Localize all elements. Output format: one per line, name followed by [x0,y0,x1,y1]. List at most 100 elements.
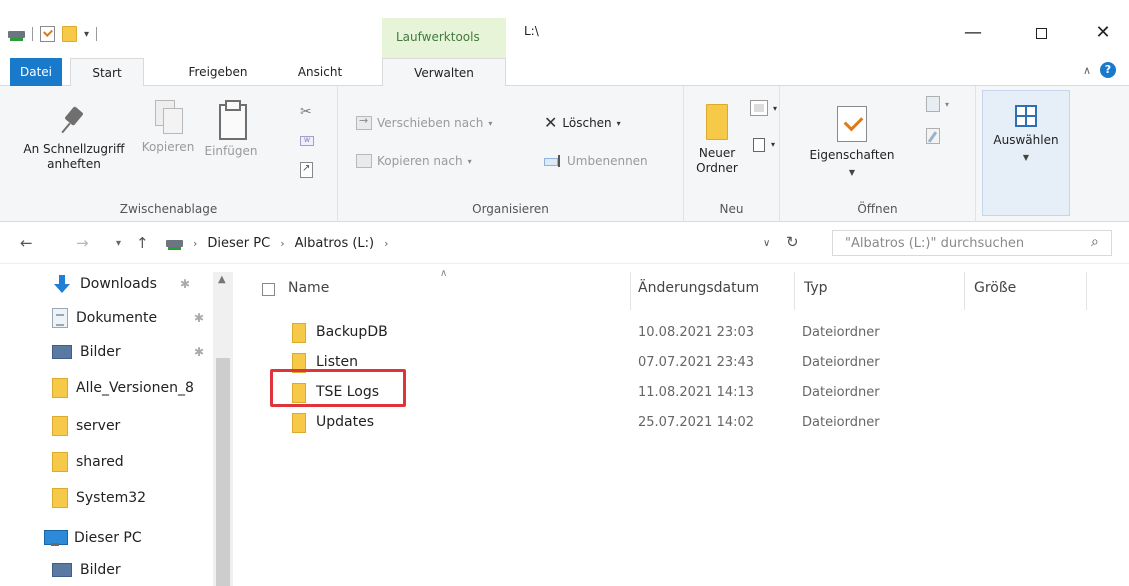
pin-icon[interactable]: ✱ [194,304,204,332]
new-folder-button[interactable]: Neuer Ordner [692,104,742,176]
chevron-right-icon[interactable]: › [280,237,284,250]
copy-icon [153,100,183,134]
column-divider[interactable] [964,272,965,310]
organize-group: Verschieben nach ▾ Kopieren nach ▾ ✕ Lös… [338,86,684,222]
properties-button[interactable]: Eigenschaften ▼ [800,106,904,180]
tab-start[interactable]: Start [70,58,144,87]
recent-locations-chevron-icon[interactable]: ▾ [116,238,121,249]
new-folder-label-line1: Neuer [698,146,736,160]
open-button[interactable]: ▾ [926,96,949,112]
edit-button[interactable] [926,128,940,144]
rename-label: Umbenennen [567,154,648,168]
search-input[interactable] [833,231,1073,255]
navigation-scrollbar[interactable]: ▲ [213,272,233,586]
file-date: 10.08.2021 23:03 [638,325,755,340]
easy-access-button[interactable]: ▾ [750,136,775,152]
nav-item-folder[interactable]: shared [52,448,124,476]
help-icon[interactable]: ? [1100,62,1116,78]
pin-label-line1: An Schnellzugriff [23,142,125,156]
rename-button[interactable]: Umbenennen [544,154,648,168]
cut-button[interactable]: ✂ [300,104,314,120]
new-folder-icon [706,104,728,140]
copy-to-icon [356,154,372,168]
nav-item-folder[interactable]: server [52,412,120,440]
refresh-icon[interactable]: ↻ [786,233,799,251]
select-group[interactable]: Auswählen ▼ [982,90,1070,216]
contextual-tab-title: Laufwerktools [396,30,480,44]
chevron-right-icon[interactable]: › [384,237,388,250]
nav-item-folder[interactable]: System32 [52,484,146,512]
tab-share[interactable]: Freigeben [180,58,256,86]
scissors-icon: ✂ [300,104,312,120]
column-header-date[interactable]: Änderungsdatum [638,280,759,296]
copy-label: Kopieren [141,140,195,154]
nav-item-downloads[interactable]: Downloads [52,270,157,298]
toolbar-separator [96,27,98,41]
pin-icon[interactable]: ✱ [194,338,204,366]
paste-shortcut-icon [300,162,313,178]
nav-item-documents[interactable]: Dokumente [52,304,157,332]
back-arrow-icon[interactable]: ← [20,234,33,252]
forward-arrow-icon[interactable]: → [76,234,89,252]
open-group: Eigenschaften ▼ ▾ Öffnen [780,86,976,222]
pin-label-line2: anheften [47,157,101,171]
easy-access-icon [750,136,766,152]
move-to-button[interactable]: Verschieben nach ▾ [356,114,493,130]
scrollbar-thumb[interactable] [216,358,230,586]
drive-icon [8,29,25,41]
select-all-checkbox[interactable] [262,283,275,296]
pin-quick-access-button[interactable]: An Schnellzugriff anheften [12,104,136,172]
properties-qat-icon[interactable] [40,26,55,42]
minimize-button[interactable]: — [950,18,996,48]
file-name: Listen [316,354,358,370]
folder-icon [52,378,68,398]
pin-icon[interactable]: ✱ [180,270,190,298]
column-divider[interactable] [1086,272,1087,310]
copy-button[interactable]: Kopieren [138,100,198,155]
column-header-name[interactable]: Name [288,280,329,296]
column-header-type[interactable]: Typ [804,280,828,296]
new-item-button[interactable]: ▾ [750,100,777,116]
close-button[interactable]: ✕ [1080,18,1126,48]
up-arrow-icon[interactable]: ↑ [136,234,149,252]
address-bar[interactable]: › Dieser PC › Albatros (L:) › [166,230,806,256]
maximize-button[interactable] [1018,18,1064,48]
copy-path-button[interactable]: W [300,136,314,146]
chevron-down-icon: ▼ [848,168,856,177]
customize-qat-dropdown-icon[interactable]: ▾ [84,29,89,40]
collapse-ribbon-icon[interactable]: ∧ [1083,64,1091,77]
select-button[interactable]: Auswählen ▼ [983,105,1069,165]
table-row[interactable]: BackupDB 10.08.2021 23:03 Dateiordner [284,318,1044,348]
column-divider[interactable] [630,272,631,310]
copy-to-button[interactable]: Kopieren nach ▾ [356,154,472,168]
file-type: Dateiordner [802,415,880,430]
nav-item-label: Alle_Versionen_8 [76,380,194,396]
paste-shortcut-button[interactable] [300,162,313,178]
breadcrumb-this-pc[interactable]: Dieser PC [207,236,270,251]
column-header-size[interactable]: Größe [974,280,1016,296]
nav-item-folder[interactable]: Alle_Versionen_8 [52,374,194,402]
column-divider[interactable] [794,272,795,310]
nav-item-label: Dieser PC [74,530,142,546]
address-dropdown-icon[interactable]: ∨ [763,238,770,249]
delete-button[interactable]: ✕ Löschen ▾ [544,115,621,131]
breadcrumb-drive[interactable]: Albatros (L:) [295,236,375,251]
search-box[interactable]: ⌕ [832,230,1112,256]
tab-manage[interactable]: Verwalten [382,58,506,87]
search-icon[interactable]: ⌕ [1091,234,1099,250]
tab-file[interactable]: Datei [10,58,62,86]
chevron-down-icon: ▾ [488,118,493,128]
tab-view[interactable]: Ansicht [292,58,348,86]
table-row[interactable]: Updates 25.07.2021 14:02 Dateiordner [284,408,1044,438]
paste-button[interactable]: Einfügen [200,100,262,159]
nav-item-this-pc[interactable]: Dieser PC [44,524,142,552]
documents-icon [52,308,68,328]
chevron-right-icon[interactable]: › [193,237,197,250]
new-folder-qat-icon[interactable] [62,26,77,42]
download-icon [52,274,72,294]
nav-item-pictures[interactable]: Bilder [52,338,121,366]
chevron-down-icon: ▾ [945,99,950,109]
scroll-up-icon[interactable]: ▲ [218,274,226,285]
nav-item-pictures[interactable]: Bilder [52,556,121,584]
nav-item-label: Bilder [80,562,121,578]
